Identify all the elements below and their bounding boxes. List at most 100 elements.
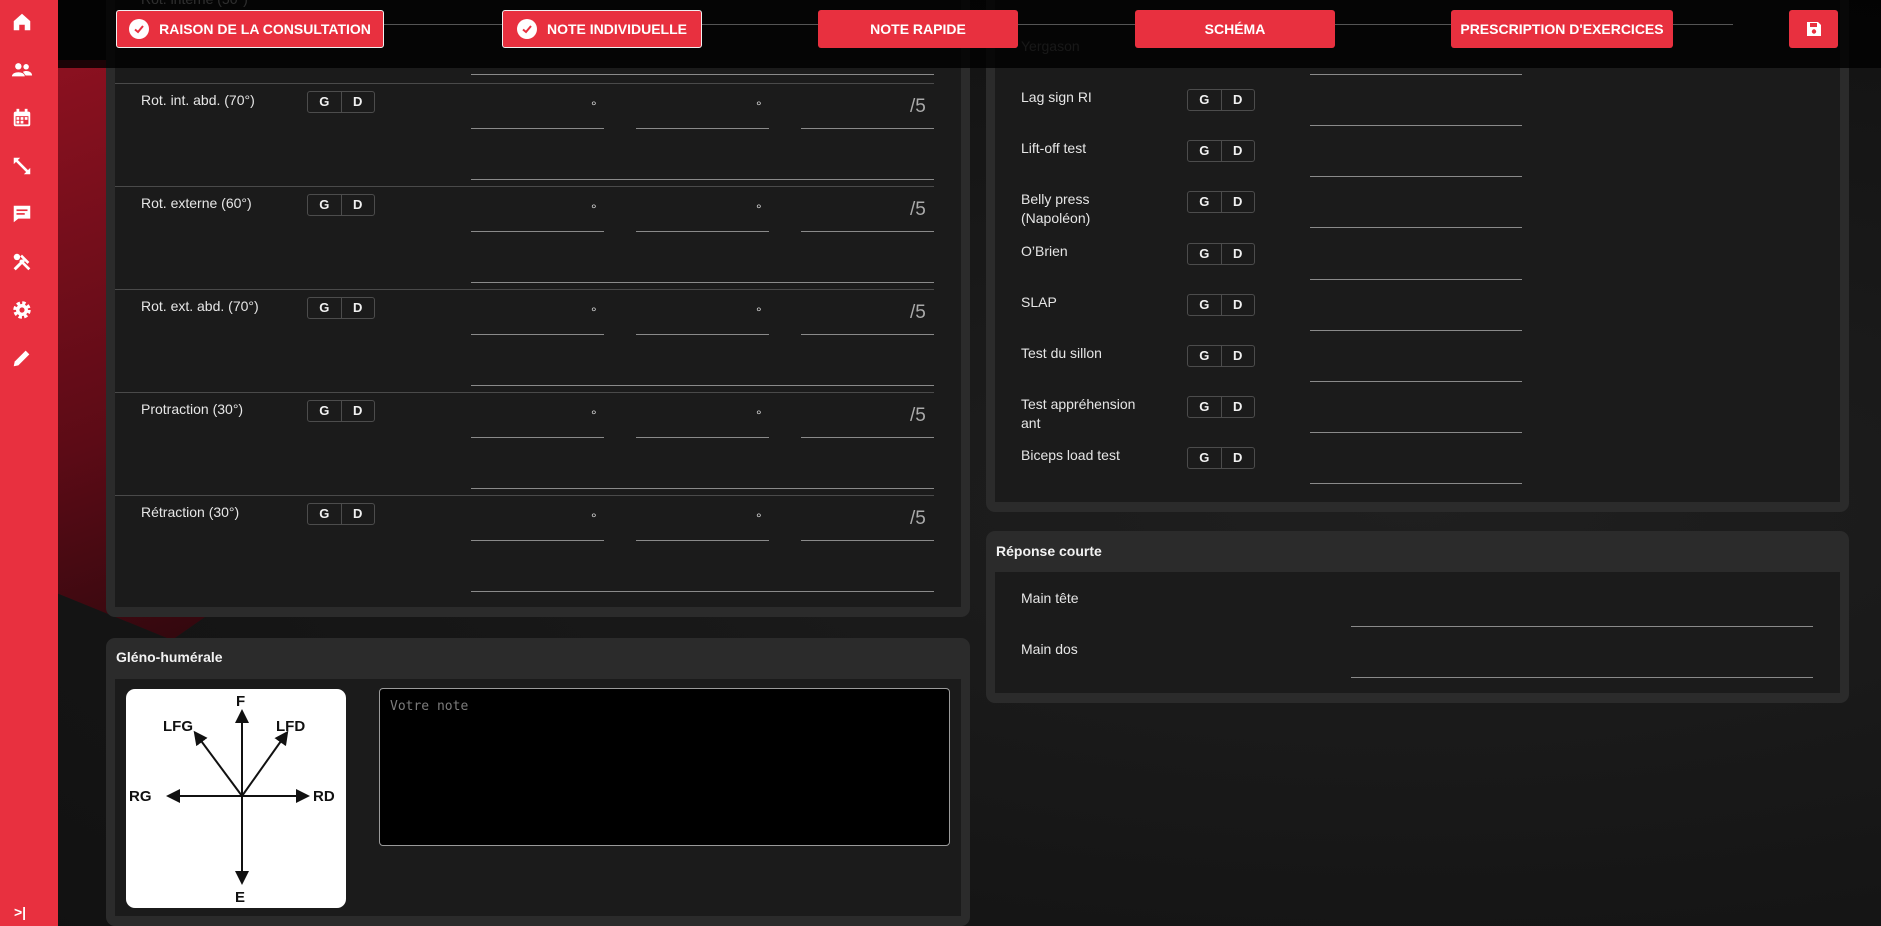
arrows-icon[interactable] (11, 155, 33, 177)
side-selector: GD (1187, 243, 1255, 265)
short-answer-body (995, 572, 1840, 693)
message-icon[interactable] (11, 203, 33, 225)
result-input[interactable] (1310, 227, 1522, 228)
side-left-toggle[interactable]: G (1188, 90, 1222, 110)
strength-input[interactable] (801, 540, 934, 541)
right-degree-unit: ° (756, 98, 762, 114)
short-answer-title: Réponse courte (996, 543, 1102, 559)
side-right-toggle[interactable]: D (342, 504, 375, 524)
side-right-toggle[interactable]: D (342, 92, 375, 112)
right-degree-input[interactable] (636, 334, 769, 335)
toolbar-tab[interactable]: Prescription d'exercices (1451, 10, 1673, 48)
toolbar-tab[interactable]: Note rapide (818, 10, 1018, 48)
side-right-toggle[interactable]: D (1222, 346, 1255, 366)
toolbar-tab[interactable]: Raison de la consultation (116, 10, 384, 48)
side-left-toggle[interactable]: G (308, 401, 342, 421)
side-right-toggle[interactable]: D (1222, 448, 1255, 468)
result-input[interactable] (1310, 125, 1522, 126)
comment-input[interactable] (471, 179, 934, 180)
side-left-toggle[interactable]: G (1188, 141, 1222, 161)
test-label: Test du sillon (1021, 345, 1102, 361)
side-left-toggle[interactable]: G (1188, 192, 1222, 212)
right-degree-input[interactable] (636, 540, 769, 541)
row-separator (115, 495, 934, 496)
side-left-toggle[interactable]: G (1188, 448, 1222, 468)
comment-input[interactable] (471, 385, 934, 386)
side-left-toggle[interactable]: G (1188, 397, 1222, 417)
side-left-toggle[interactable]: G (308, 298, 342, 318)
side-left-toggle[interactable]: G (1188, 295, 1222, 315)
side-selector: GD (307, 503, 375, 525)
side-right-toggle[interactable]: D (1222, 397, 1255, 417)
side-right-toggle[interactable]: D (1222, 141, 1255, 161)
strength-unit: /5 (910, 302, 926, 323)
test-label: Biceps load test (1021, 447, 1120, 463)
sidebar-toggle[interactable]: >| (14, 904, 26, 920)
strength-unit: /5 (910, 405, 926, 426)
tools-icon[interactable] (11, 251, 33, 273)
side-left-toggle[interactable]: G (1188, 346, 1222, 366)
gleno-note-textarea[interactable]: Votre note (379, 688, 950, 846)
left-degree-unit: ° (591, 304, 597, 320)
calendar-icon[interactable] (11, 107, 33, 129)
side-right-toggle[interactable]: D (1222, 90, 1255, 110)
right-degree-input[interactable] (636, 437, 769, 438)
toolbar-tab-label: Note rapide (870, 21, 966, 37)
right-degree-input[interactable] (636, 231, 769, 232)
test-label: Test appréhension ant (1021, 396, 1136, 431)
diagram-label-down: E (235, 889, 245, 906)
left-degree-input[interactable] (471, 437, 604, 438)
side-left-toggle[interactable]: G (308, 92, 342, 112)
side-right-toggle[interactable]: D (342, 195, 375, 215)
result-input[interactable] (1310, 432, 1522, 433)
pencil-icon[interactable] (11, 347, 33, 369)
left-degree-input[interactable] (471, 128, 604, 129)
side-selector: GD (307, 194, 375, 216)
strength-unit: /5 (910, 508, 926, 529)
side-right-toggle[interactable]: D (1222, 192, 1255, 212)
left-degree-input[interactable] (471, 334, 604, 335)
left-degree-unit: ° (591, 407, 597, 423)
strength-input[interactable] (801, 128, 934, 129)
result-input[interactable] (1310, 381, 1522, 382)
toolbar-tab[interactable]: Note individuelle (502, 10, 702, 48)
left-degree-input[interactable] (471, 540, 604, 541)
side-left-toggle[interactable]: G (1188, 244, 1222, 264)
side-right-toggle[interactable]: D (1222, 244, 1255, 264)
result-input[interactable] (1310, 176, 1522, 177)
diagram-label-right: RD (313, 788, 335, 805)
row-label: Rot. externe (60°) (141, 195, 252, 211)
users-icon[interactable] (11, 59, 33, 81)
result-input[interactable] (1310, 74, 1522, 75)
side-selector: GD (1187, 396, 1255, 418)
comment-input[interactable] (471, 282, 934, 283)
strength-input[interactable] (801, 334, 934, 335)
side-selector: GD (1187, 89, 1255, 111)
result-input[interactable] (1310, 279, 1522, 280)
strength-input[interactable] (801, 437, 934, 438)
short-answer-input[interactable] (1351, 626, 1813, 627)
short-answer-label: Main dos (1021, 641, 1078, 657)
comment-input[interactable] (471, 488, 934, 489)
gear-icon[interactable] (11, 299, 33, 321)
row-label: Rétraction (30°) (141, 504, 240, 520)
home-icon[interactable] (11, 11, 33, 33)
side-right-toggle[interactable]: D (1222, 295, 1255, 315)
strength-input[interactable] (801, 231, 934, 232)
side-right-toggle[interactable]: D (342, 401, 375, 421)
side-left-toggle[interactable]: G (308, 195, 342, 215)
comment-input[interactable] (471, 591, 934, 592)
side-selector: GD (307, 400, 375, 422)
motion-axes-icon: F E RG RD LFG LFD (129, 693, 335, 906)
short-answer-input[interactable] (1351, 677, 1813, 678)
toolbar-tab[interactable]: Schéma (1135, 10, 1335, 48)
side-left-toggle[interactable]: G (308, 504, 342, 524)
strength-unit: /5 (910, 96, 926, 117)
side-right-toggle[interactable]: D (342, 298, 375, 318)
result-input[interactable] (1310, 330, 1522, 331)
left-degree-input[interactable] (471, 231, 604, 232)
right-degree-unit: ° (756, 407, 762, 423)
result-input[interactable] (1310, 483, 1522, 484)
save-button[interactable] (1789, 10, 1838, 48)
right-degree-input[interactable] (636, 128, 769, 129)
